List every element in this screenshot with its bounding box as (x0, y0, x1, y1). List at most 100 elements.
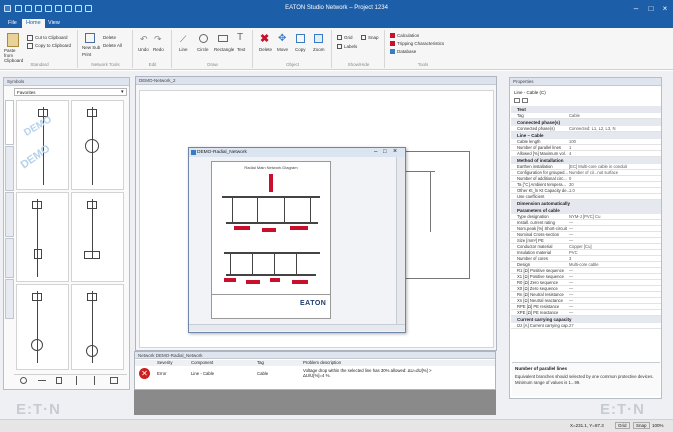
minimize-button[interactable]: – (630, 3, 642, 14)
grid-toggle[interactable]: Grid (344, 35, 353, 40)
category-icon[interactable] (522, 98, 528, 103)
earth-icon[interactable] (20, 377, 27, 384)
property-value[interactable]: 27 (569, 323, 574, 329)
print-button[interactable]: Print (82, 52, 91, 57)
busbar (222, 196, 320, 198)
column-header[interactable]: Severity (157, 360, 173, 366)
database-button[interactable]: Database (397, 49, 416, 54)
symbol-tile[interactable] (71, 192, 124, 282)
selected-object: Line - Cable (C) (514, 90, 546, 95)
rectangle-button[interactable]: Rectangle (214, 47, 234, 52)
vertical-scrollbar[interactable] (396, 157, 405, 324)
background-window-title: DEMO-Network_2 (136, 77, 496, 85)
busbar (224, 252, 320, 254)
property-category[interactable]: Parameters of cable (511, 207, 661, 214)
node-icon[interactable] (56, 377, 62, 384)
symbol-tile[interactable]: DEMO DEMO (16, 100, 69, 190)
line-button[interactable]: Line (179, 47, 188, 52)
close-button[interactable]: × (659, 3, 671, 14)
property-category[interactable]: Connected phase(s) (511, 119, 661, 126)
move-button[interactable]: Move (277, 47, 288, 52)
symbols-dropdown[interactable]: Favorites (14, 88, 127, 96)
help-text: Equivalent branches should selected by o… (515, 374, 654, 385)
delete-all-button[interactable]: Delete All (103, 43, 122, 48)
close-icon[interactable]: × (393, 148, 397, 155)
symbol-tile[interactable] (71, 284, 124, 370)
new-sub-button[interactable]: New Sub (82, 45, 100, 50)
property-category[interactable]: Method of installation (511, 157, 661, 164)
paste-button[interactable]: Paste from Clipboard (4, 48, 24, 63)
redo-button[interactable]: Redo (153, 47, 164, 52)
symbols-panel: Symbols Favorites ▾ DEMO DEMO (3, 77, 130, 390)
error-mark (224, 278, 236, 282)
tab-file[interactable]: File (4, 19, 21, 28)
side-tab-protection[interactable] (5, 192, 14, 237)
new-sub-icon[interactable] (85, 33, 95, 43)
property-category[interactable]: Text (511, 106, 661, 113)
chevron-down-icon[interactable]: ▾ (121, 89, 124, 95)
grid-checkbox-icon[interactable] (337, 35, 342, 40)
busbar-icon[interactable] (38, 380, 46, 381)
copy-button[interactable]: Copy to Clipboard (35, 43, 71, 48)
symbol-tile[interactable] (16, 192, 69, 282)
side-tab-distribution[interactable] (5, 238, 14, 278)
property-category[interactable]: Dimension automatically (511, 200, 661, 207)
feeder-mark (269, 174, 273, 192)
sort-icon[interactable] (514, 98, 520, 103)
maximize-icon[interactable]: □ (383, 149, 387, 155)
tripping-icon (390, 41, 395, 46)
connector-icon[interactable] (94, 376, 95, 385)
property-category[interactable]: Current carrying capacity (511, 316, 661, 323)
property-row[interactable]: Izz [A] Current carrying cap. 27 (511, 323, 661, 329)
undo-button[interactable]: Undo (138, 47, 149, 52)
ribbon-group-label: Show/Hide (347, 62, 370, 67)
snap-toggle[interactable]: Snap (368, 35, 379, 40)
error-tag: Cable (257, 371, 269, 376)
database-icon (390, 49, 395, 54)
maximize-button[interactable]: □ (645, 3, 657, 14)
grid-status[interactable]: Grid (615, 422, 630, 429)
labels-checkbox-icon[interactable] (337, 44, 342, 49)
copy-obj-button[interactable]: Copy (295, 47, 306, 52)
demo-overlay: DEMO (18, 142, 53, 172)
zoom-level[interactable]: 100% (652, 423, 664, 428)
symbol-tile[interactable] (16, 284, 69, 370)
snap-checkbox-icon[interactable] (361, 35, 366, 40)
ribbon-group-draw: ⟋ T Line Circle Rectangle Text Draw (173, 30, 253, 68)
rectangle-icon (218, 35, 228, 42)
workspace[interactable]: E:T·N E:T·N E:T·N E:T·N E:T·N E:T·N E:T·… (0, 71, 673, 419)
delete-obj-button[interactable]: Delete (259, 47, 272, 52)
calculation-button[interactable]: Calculation (397, 33, 419, 38)
cut-button[interactable]: Cut to Clipboard (35, 35, 68, 40)
side-tab-selectivity[interactable] (5, 279, 14, 319)
ribbon-group-object: ✖ ✥ Delete Move Copy Zoom Object (254, 30, 332, 68)
text-button[interactable]: Text (237, 47, 245, 52)
network-window[interactable]: DEMO-Radial_Network – □ × Radial Main Ne… (188, 147, 406, 333)
column-header[interactable]: Problem description (303, 360, 341, 366)
minimize-icon[interactable]: – (374, 149, 377, 155)
property-category[interactable]: Line – Cable (511, 132, 661, 139)
paste-icon[interactable] (7, 33, 19, 47)
network-diagram[interactable]: Radial Main Network Diagram EATON (211, 161, 331, 319)
tripping-button[interactable]: Tripping Characteristics (397, 41, 444, 46)
symbol-tile[interactable] (71, 100, 124, 190)
horizontal-scrollbar[interactable] (189, 324, 405, 331)
property-grid[interactable]: Text Tag Cable Connected phase(s) Connected … (511, 106, 661, 358)
side-tab-favourites[interactable] (5, 100, 14, 145)
circle-button[interactable]: Circle (197, 47, 209, 52)
column-header[interactable]: Component (191, 360, 213, 366)
side-tab-symbols[interactable] (5, 146, 14, 191)
load-icon[interactable] (110, 377, 118, 384)
labels-toggle[interactable]: Labels (344, 44, 357, 49)
snap-status[interactable]: Snap (633, 422, 650, 429)
property-help: Number of parallel lines Equivalent bran… (512, 362, 660, 396)
delete-button[interactable]: Delete (103, 35, 116, 40)
table-row[interactable]: ✕ Error Line - Cable Cable Voltage drop … (135, 367, 495, 384)
tab-view[interactable]: View (44, 19, 64, 28)
copy-icon (27, 43, 33, 49)
zoom-button[interactable]: Zoom (313, 47, 325, 52)
tab-home[interactable]: Home (22, 19, 45, 28)
demo-overlay: DEMO (22, 114, 54, 139)
column-header[interactable]: Tag (257, 360, 264, 366)
line-icon[interactable] (76, 376, 77, 385)
